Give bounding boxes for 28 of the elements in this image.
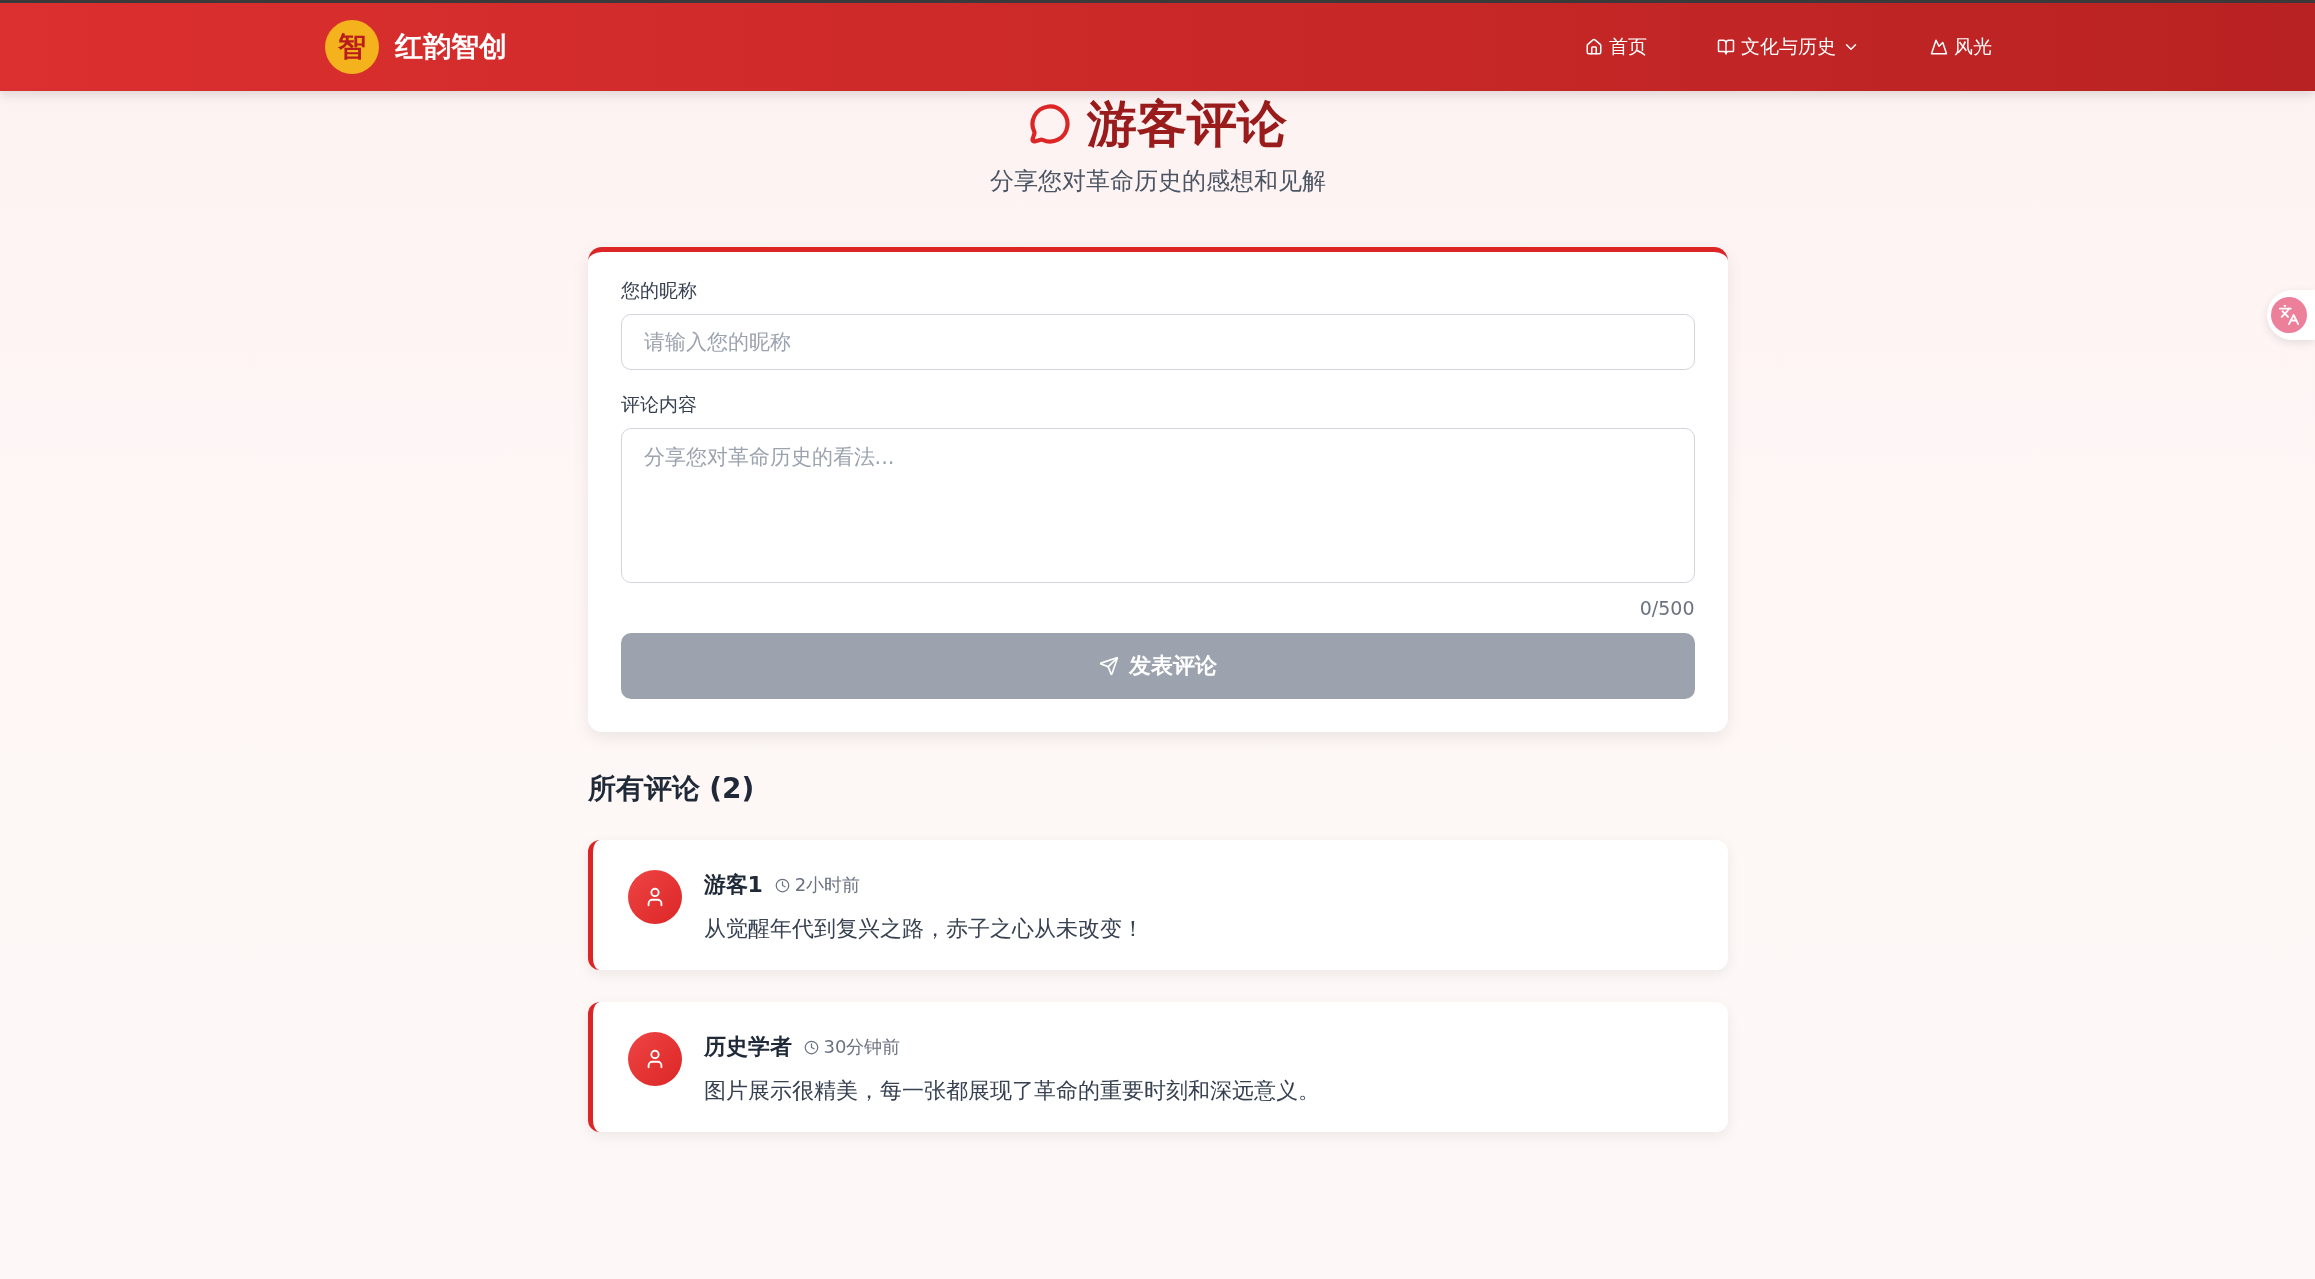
mountain-icon [1930,38,1948,56]
home-icon [1585,38,1603,56]
comment-text: 从觉醒年代到复兴之路，赤子之心从未改变！ [703,915,1144,943]
page-subtitle: 分享您对革命历史的感想和见解 [988,166,1327,197]
field-label: 评论内容 [620,392,698,417]
comment-time: 2小时前 [774,873,861,897]
book-icon [1717,38,1735,56]
translate-tab[interactable] [2267,290,2315,340]
logo-mark: 智 [325,20,379,74]
nav-link[interactable]: 首页 [1585,34,1647,60]
clock-icon [774,877,790,893]
comment-field[interactable]: 分享您对革命历史的看法... [620,428,1695,583]
comment-author: 历史学者 [703,1033,792,1061]
nav-link[interactable]: 文化与历史 [1717,34,1860,60]
comment-author: 游客1 [703,871,763,899]
send-icon [1098,656,1119,676]
chat-bubble-icon [1028,103,1071,145]
page-title: 游客评论 [1086,94,1287,155]
comment-text: 图片展示很精美，每一张都展现了革命的重要时刻和深远意义。 [703,1077,1320,1105]
clock-icon [803,1039,819,1055]
character-counter: 0/500 [1639,597,1695,619]
nav-link[interactable]: 风光 [1930,34,1992,60]
comments-heading: 所有评论 (2) [587,771,756,807]
comment-time: 30分钟前 [803,1035,901,1059]
brand-name: 红韵智创 [395,29,507,65]
translate-icon [2278,304,2300,326]
field-label: 您的昵称 [620,278,698,303]
nickname-field[interactable]: 请输入您的昵称 [620,314,1695,370]
